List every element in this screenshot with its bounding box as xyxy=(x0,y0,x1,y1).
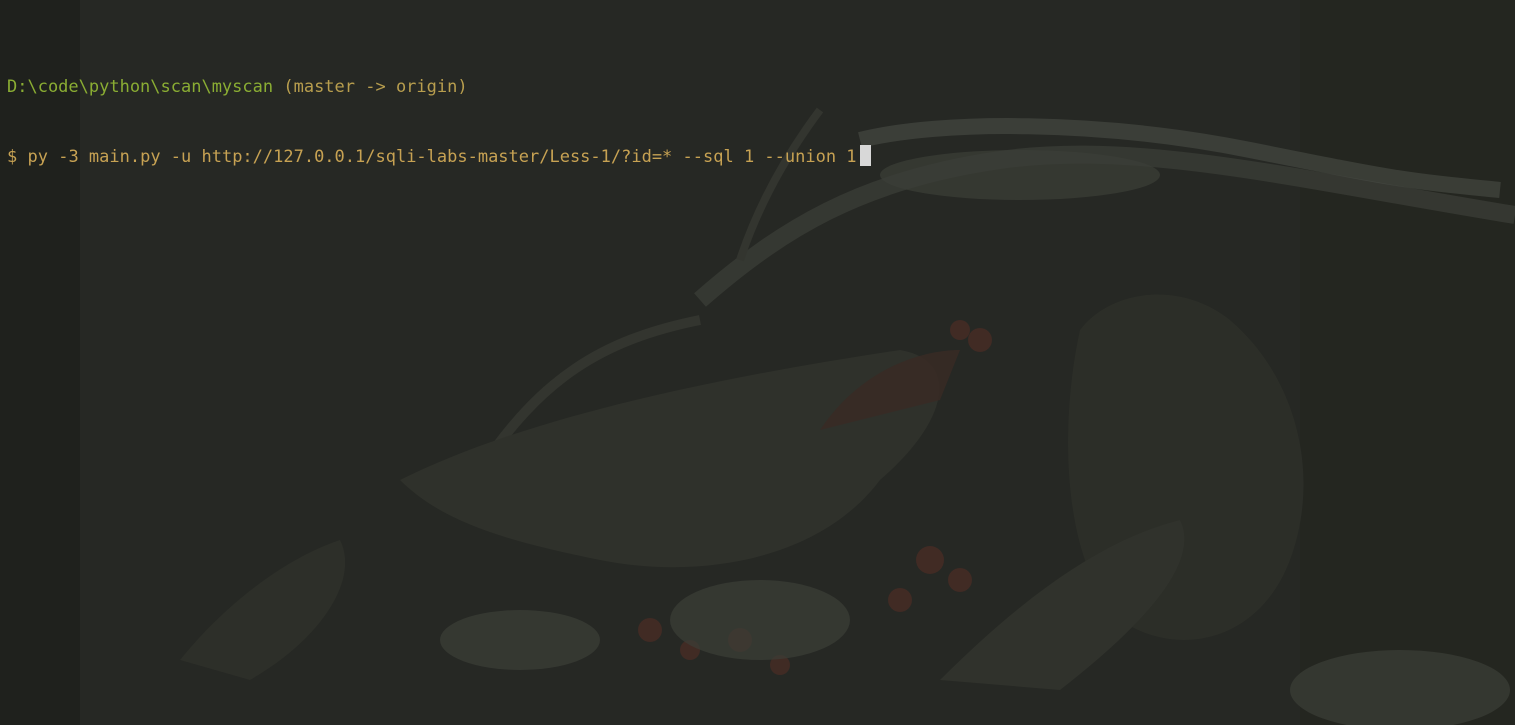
current-directory: D:\code\python\scan\myscan xyxy=(7,77,274,97)
command-line[interactable]: $ py -3 main.py -u http://127.0.0.1/sqli… xyxy=(7,145,871,168)
text-cursor xyxy=(859,145,871,166)
terminal-output: D:\code\python\scan\myscan (master -> or… xyxy=(7,30,871,214)
git-branch-info: (master -> origin) xyxy=(283,77,468,97)
prompt-header-line: D:\code\python\scan\myscan (master -> or… xyxy=(7,76,871,99)
terminal-window[interactable]: D:\code\python\scan\myscan (master -> or… xyxy=(0,0,1515,725)
prompt-symbol: $ xyxy=(7,147,18,167)
command-input[interactable]: py -3 main.py -u http://127.0.0.1/sqli-l… xyxy=(28,147,857,167)
